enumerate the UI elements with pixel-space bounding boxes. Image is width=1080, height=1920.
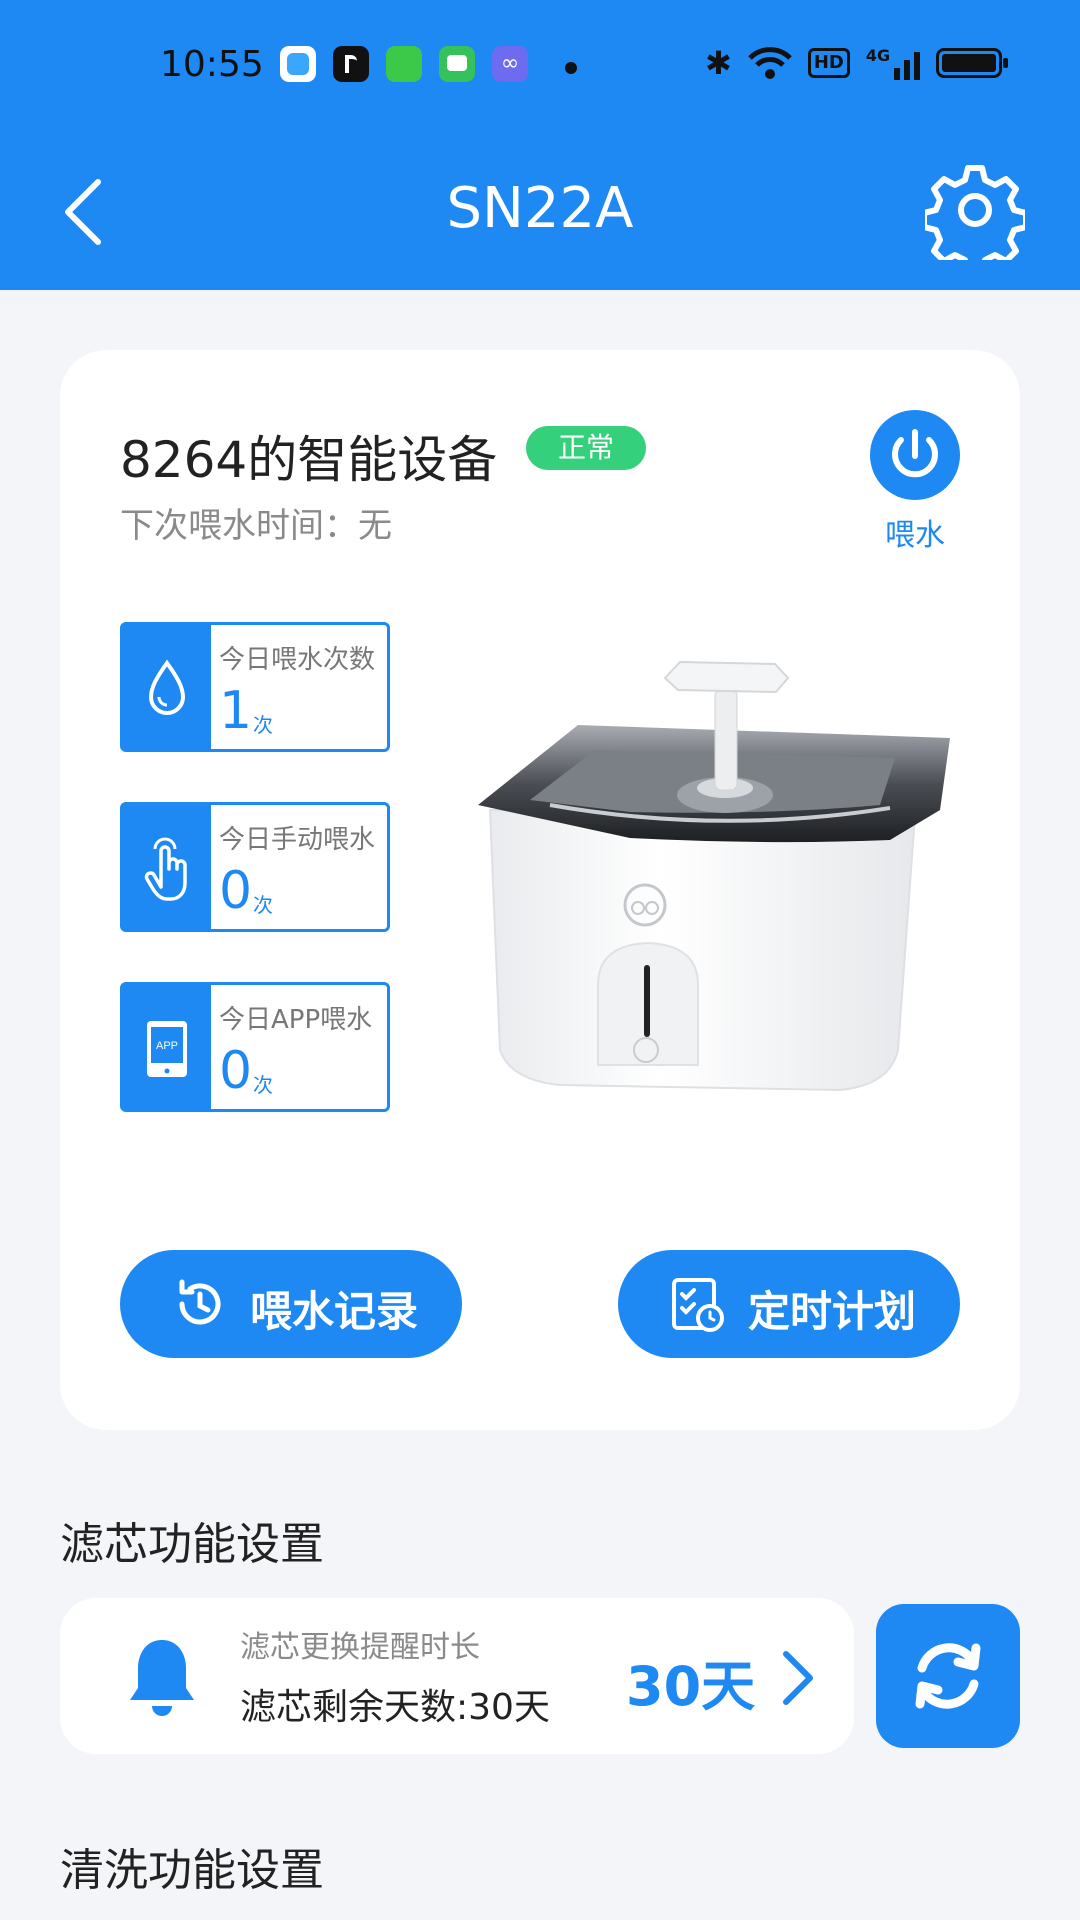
bell-icon <box>130 1640 194 1716</box>
message-app-icon <box>439 46 475 82</box>
device-name: 8264的智能设备 <box>120 431 498 489</box>
device-card: 8264的智能设备 正常 下次喂水时间：无 喂水 今日喂水次数 1 次 今日手动… <box>60 350 1020 1430</box>
filter-reminder-label: 滤芯更换提醒时长 <box>240 1630 480 1665</box>
status-time: 10:55 <box>160 44 264 85</box>
clean-section-title: 清洗功能设置 <box>60 1845 324 1896</box>
filter-reminder-row[interactable]: 滤芯更换提醒时长 滤芯剩余天数:30天 30天 <box>60 1598 854 1754</box>
green-app-icon <box>386 46 422 82</box>
stat-today-app-feed: APP 今日APP喂水 0 次 <box>120 982 390 1112</box>
page-title: SN22A <box>446 176 634 241</box>
stat-label: 今日手动喂水 <box>219 825 376 855</box>
stat-today-manual-feed: 今日手动喂水 0 次 <box>120 802 390 932</box>
stat-today-feed-count: 今日喂水次数 1 次 <box>120 622 390 752</box>
filter-remaining-days: 滤芯剩余天数:30天 <box>240 1687 550 1728</box>
status-bar: 10:55 ∞ ✱ HD 4G <box>0 0 1080 130</box>
nav-bar: SN22A <box>0 150 1080 270</box>
tiktok-app-icon <box>333 46 369 82</box>
phone-app-icon: APP <box>147 1021 187 1077</box>
schedule-plan-label: 定时计划 <box>748 1287 917 1336</box>
notification-icons: ∞ <box>280 46 528 82</box>
signal-icon: 4G <box>866 46 921 80</box>
power-icon <box>892 429 938 478</box>
stat-label: 今日APP喂水 <box>219 1005 373 1035</box>
more-notifications-icon <box>565 62 577 74</box>
browser-app-icon <box>280 46 316 82</box>
wifi-icon <box>748 47 792 79</box>
infinity-app-icon: ∞ <box>492 46 528 82</box>
stat-value: 1 <box>219 681 253 741</box>
feed-water-button[interactable] <box>870 410 960 500</box>
status-badge: 正常 <box>526 426 646 470</box>
feed-record-button[interactable]: 喂水记录 <box>120 1250 462 1358</box>
status-right: ✱ HD 4G <box>705 44 1009 82</box>
schedule-plan-button[interactable]: 定时计划 <box>618 1250 960 1358</box>
history-clock-icon <box>179 1279 221 1325</box>
water-fountain-image <box>478 660 950 1092</box>
stat-label: 今日喂水次数 <box>219 645 376 675</box>
filter-reminder-value: 30天 <box>626 1655 756 1718</box>
battery-icon <box>936 48 1009 78</box>
stat-unit: 次 <box>253 893 273 917</box>
filter-section-title: 滤芯功能设置 <box>60 1519 324 1570</box>
water-drop-icon <box>148 659 186 715</box>
stat-value: 0 <box>219 1041 253 1101</box>
gear-icon[interactable] <box>925 160 1025 260</box>
bluetooth-icon: ✱ <box>705 44 732 82</box>
header-bar: 10:55 ∞ ✱ HD 4G SN22A <box>0 0 1080 290</box>
filter-reset-button[interactable] <box>876 1604 1020 1748</box>
stat-unit: 次 <box>253 1073 273 1097</box>
stat-unit: 次 <box>253 713 273 737</box>
hd-icon: HD <box>807 48 850 78</box>
feed-record-label: 喂水记录 <box>250 1287 419 1336</box>
schedule-clipboard-icon <box>672 1278 724 1332</box>
stat-value: 0 <box>219 861 253 921</box>
refresh-icon <box>915 1643 981 1709</box>
hand-tap-icon <box>144 837 187 901</box>
svg-text:APP: APP <box>156 1040 178 1052</box>
next-feed-time: 下次喂水时间：无 <box>120 506 392 546</box>
chevron-right-icon <box>783 1651 813 1705</box>
feed-water-label[interactable]: 喂水 <box>870 510 960 554</box>
